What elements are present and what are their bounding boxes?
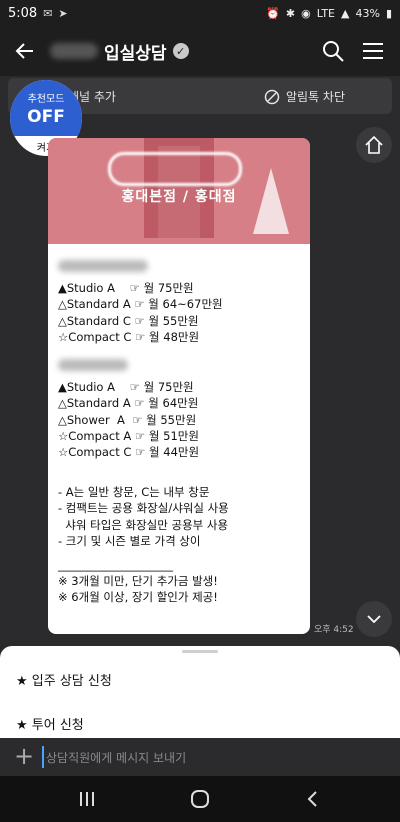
message-card[interactable]: 홍대본점 / 홍대점 ▲Studio A ☞ 월 75만원 △Standard … — [48, 138, 310, 634]
message-input[interactable]: 상담직원에게 메시지 보내기 — [46, 749, 186, 766]
block-talk-label: 알림톡 차단 — [286, 90, 346, 104]
search-icon — [323, 41, 344, 62]
battery-percent: 43% — [355, 6, 380, 20]
location-icon: ◉ — [301, 6, 311, 20]
redacted-heading — [58, 359, 128, 372]
price-line: △Shower A ☞ 월 55만원 — [58, 412, 197, 427]
back-nav-button[interactable] — [298, 786, 328, 812]
recommend-mode-state: OFF — [27, 106, 65, 127]
message-input-bar: + 상담직원에게 메시지 보내기 — [0, 738, 400, 776]
redacted-sign — [108, 152, 242, 186]
home-button[interactable] — [356, 127, 392, 163]
redacted-name — [50, 43, 98, 59]
status-time: 5:08 — [8, 5, 38, 21]
quick-reply-sheet: ★ 입주 상담 신청 ★ 투어 신청 — [0, 646, 400, 738]
verified-icon: ✓ — [172, 43, 189, 59]
divider-line: ____________________ — [58, 558, 173, 573]
branch-name: 홍대본점 / 홍대점 — [121, 189, 237, 205]
message-body: ▲Studio A ☞ 월 75만원 △Standard A ☞ 월 64~67… — [58, 256, 308, 606]
app-bar: 입실상담 ✓ — [0, 26, 400, 76]
price-line: ☆Compact C ☞ 월 48만원 — [58, 329, 200, 344]
price-line: △Standard A ☞ 월 64~67만원 — [58, 297, 223, 312]
send-icon: ➤ — [58, 6, 68, 20]
recent-apps-icon — [80, 792, 94, 806]
note-line: - 크기 및 시즌 별로 가격 상이 — [58, 533, 201, 548]
footer-line: ※ 3개월 미만, 단기 추가금 발생! — [58, 574, 218, 589]
consult-request-item[interactable]: ★ 입주 상담 신청 — [16, 670, 112, 689]
bluetooth-icon: ✱ — [285, 6, 296, 20]
notification-icon: ✉ — [43, 6, 53, 20]
price-line: ☆Compact A ☞ 월 51만원 — [58, 428, 199, 443]
price-line: △Standard A ☞ 월 64만원 — [58, 396, 199, 411]
redacted-heading — [58, 260, 148, 272]
footer-line: ※ 6개월 이상, 장기 할인가 제공! — [58, 590, 218, 605]
back-arrow-icon — [15, 43, 33, 59]
home-nav-button[interactable] — [185, 786, 215, 812]
price-line: △Standard C ☞ 월 55만원 — [58, 313, 199, 328]
sheet-handle[interactable] — [182, 650, 218, 653]
alarm-icon: ⏰ — [266, 6, 280, 20]
note-line: - A는 일반 창문, C는 내부 창문 — [58, 485, 210, 500]
signal-icon: ▲ — [341, 6, 350, 20]
block-talk-button[interactable]: 알림톡 차단 — [264, 88, 345, 105]
text-cursor — [42, 746, 44, 768]
price-line: ▲Studio A ☞ 월 75만원 — [58, 281, 194, 296]
search-button[interactable] — [318, 36, 348, 66]
chat-title: 입실상담 ✓ — [50, 39, 189, 64]
tour-request-item[interactable]: ★ 투어 신청 — [16, 714, 84, 733]
plus-icon[interactable]: + — [12, 744, 36, 768]
home-circle-icon — [191, 790, 209, 808]
note-line: 샤워 타입은 화장실만 공용부 사용 — [58, 517, 229, 532]
chevron-down-icon — [367, 615, 381, 624]
battery-icon: ▮ — [385, 6, 392, 20]
note-line: - 컴팩트는 공용 화장실/샤워실 사용 — [58, 501, 229, 516]
back-chevron-icon — [307, 791, 317, 807]
price-line: ▲Studio A ☞ 월 75만원 — [58, 380, 194, 395]
network-label: LTE — [316, 6, 336, 20]
menu-button[interactable] — [358, 36, 388, 66]
hamburger-icon — [363, 43, 383, 59]
status-bar: 5:08 ✉ ➤ ⏰ ✱ ◉ LTE ▲ 43% ▮ — [0, 0, 400, 26]
scroll-down-button[interactable] — [356, 601, 392, 637]
system-nav-bar — [0, 776, 400, 822]
message-timestamp: 오후 4:52 — [314, 625, 354, 635]
page-title: 입실상담 — [104, 43, 167, 64]
recent-apps-button[interactable] — [72, 786, 102, 812]
block-icon — [264, 89, 280, 104]
price-line: ☆Compact C ☞ 월 44만원 — [58, 445, 200, 460]
back-button[interactable] — [0, 26, 50, 76]
branch-photo: 홍대본점 / 홍대점 — [48, 138, 310, 244]
recommend-mode-label: 추천모드 — [27, 93, 65, 105]
home-icon — [365, 135, 383, 154]
